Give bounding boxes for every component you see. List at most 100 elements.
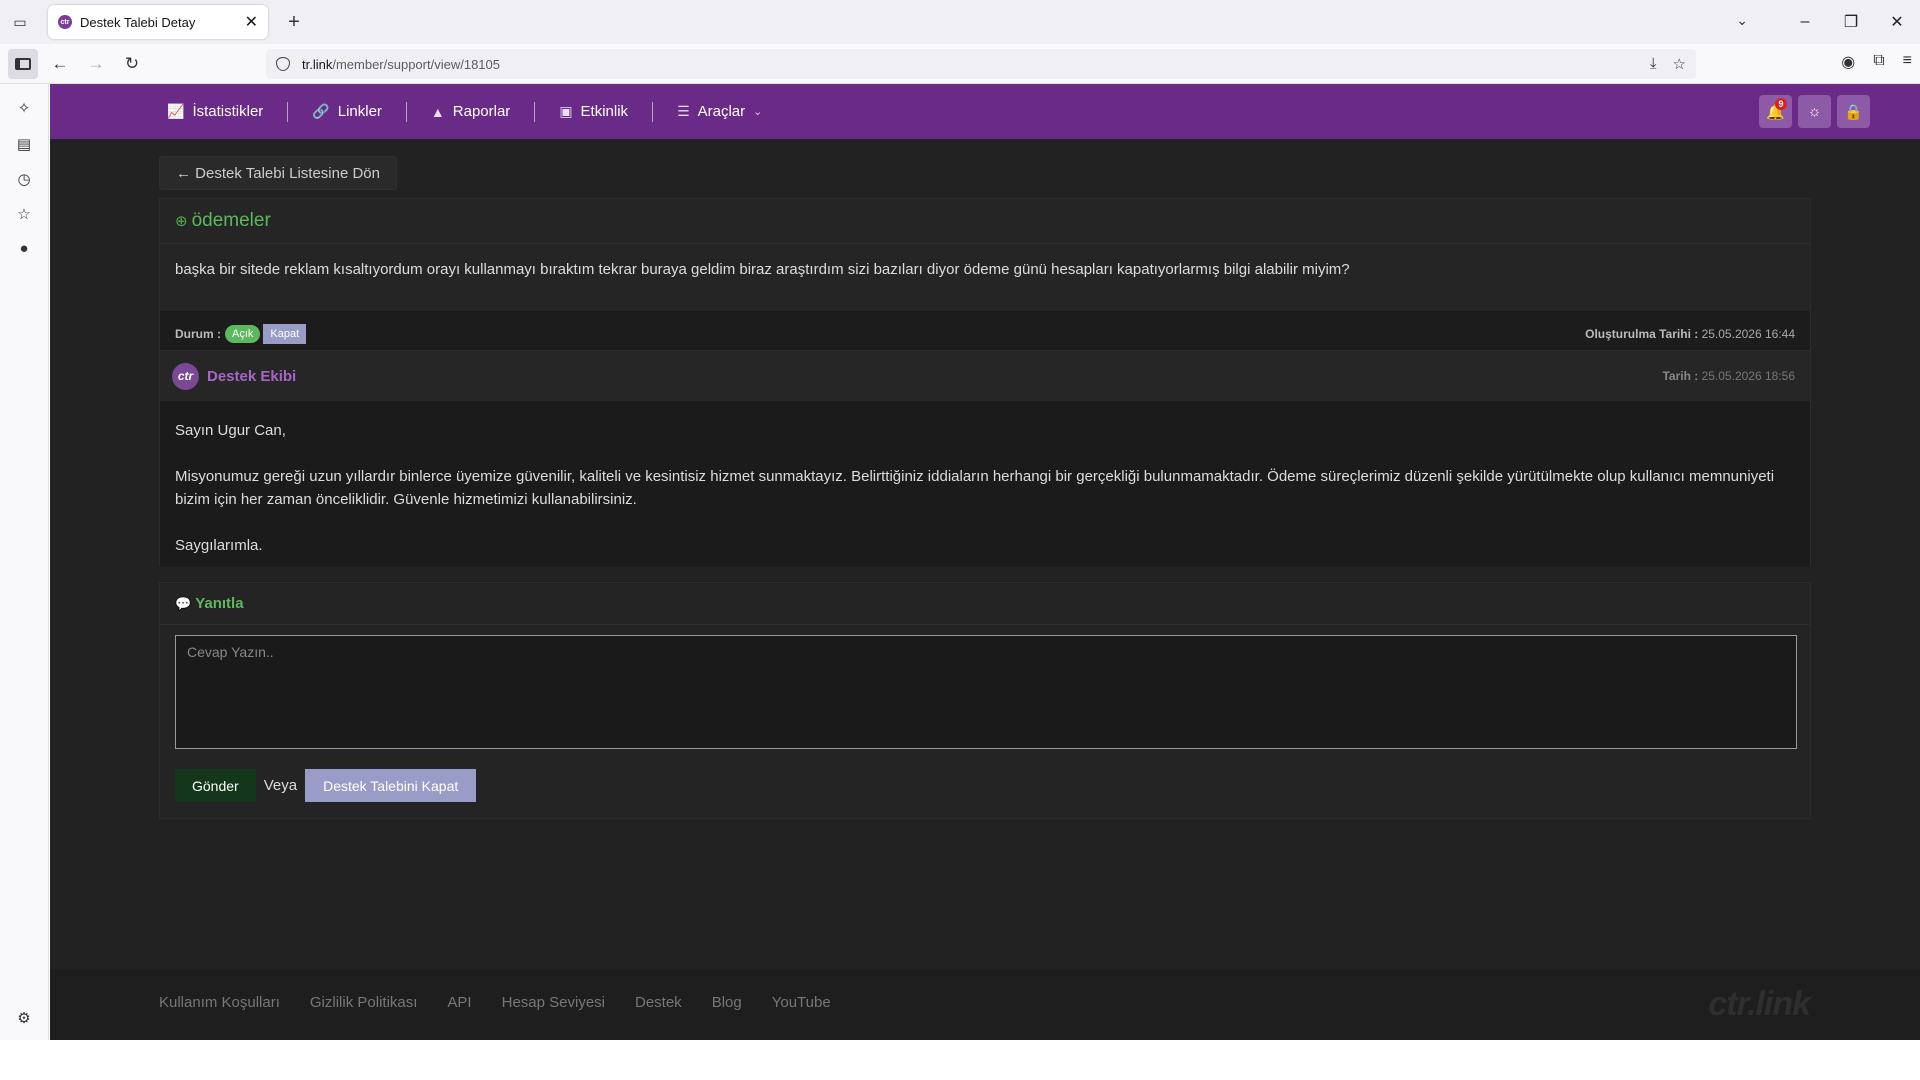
menu-item-label: Linkler: [337, 103, 382, 120]
comment-icon: 💬: [175, 595, 192, 611]
menu-item-label: Araçlar: [697, 103, 746, 120]
theme-toggle-button[interactable]: ☼: [1798, 95, 1831, 128]
footer-links: Kullanım Koşulları Gizlilik Politikası A…: [159, 994, 831, 1011]
footer-link-api[interactable]: API: [447, 994, 471, 1011]
reply-form-header: 💬 Yanıtla: [160, 583, 1810, 625]
ai-chat-icon[interactable]: ✧: [14, 98, 34, 118]
area-chart-icon: ▲: [430, 103, 445, 120]
or-text: Veya: [263, 777, 298, 794]
reply-greeting: Sayın Ugur Can,: [175, 422, 286, 439]
globe-icon: ⊕: [175, 213, 188, 230]
window-controls: – ❐ ✕: [1782, 0, 1920, 44]
link-icon: 🔗: [312, 103, 330, 119]
reply-text: Misyonumuz gereği uzun yıllardır binlerc…: [175, 468, 1775, 508]
footer-link-blog[interactable]: Blog: [712, 994, 742, 1011]
chevron-down-icon: ⌄: [753, 106, 763, 118]
close-ticket-button[interactable]: Destek Talebini Kapat: [305, 769, 477, 802]
tab-list-icon[interactable]: ▭: [0, 0, 40, 44]
account-menu-button[interactable]: 🔒: [1837, 95, 1870, 128]
sidebar-toggle-button[interactable]: [8, 49, 38, 79]
url-text: tr.link/member/support/view/18105: [302, 57, 500, 72]
extensions-icon[interactable]: ⧉: [1873, 52, 1884, 72]
restore-icon[interactable]: ❐: [1828, 12, 1874, 32]
menu-item-label: Raporlar: [452, 103, 511, 120]
minimize-icon[interactable]: –: [1782, 13, 1828, 31]
reply-actions: Gönder Veya Destek Talebini Kapat: [175, 769, 477, 802]
tabs-dropdown-icon[interactable]: ⌄: [1736, 12, 1748, 29]
created-date-value: 25.05.2026 16:44: [1701, 326, 1795, 341]
footer-link-terms[interactable]: Kullanım Koşulları: [159, 994, 280, 1011]
cookie-icon[interactable]: ●: [14, 238, 34, 258]
notification-count-badge: 9: [1775, 98, 1787, 110]
url-bar[interactable]: tr.link/member/support/view/18105 ⤓ ☆: [266, 49, 1696, 79]
footer-link-account-level[interactable]: Hesap Seviyesi: [502, 994, 605, 1011]
tab-title: Destek Talebi Detay: [80, 14, 196, 30]
reply-form-title: Yanıtla: [195, 595, 244, 612]
tab-favicon-icon: ctr: [58, 15, 72, 29]
url-bar-actions: ⤓ ☆: [1650, 55, 1686, 73]
web-page: 📈 İstatistikler 🔗 Linkler ▲ Raporlar ▣ Etkin…: [50, 84, 1920, 1040]
url-host: tr.link: [302, 56, 333, 72]
lock-user-icon: 🔒: [1844, 103, 1863, 121]
ticket-message: başka bir sitede reklam kısaltıyordum or…: [175, 261, 1350, 278]
menu-item-istatistikler[interactable]: 📈 İstatistikler: [167, 103, 287, 120]
reply-textarea[interactable]: [175, 635, 1797, 749]
send-button[interactable]: Gönder: [175, 769, 256, 802]
menu-item-raporlar[interactable]: ▲ Raporlar: [407, 103, 534, 120]
footer-link-youtube[interactable]: YouTube: [772, 994, 831, 1011]
menu-item-label: İstatistikler: [192, 103, 264, 120]
back-icon[interactable]: ←: [42, 48, 78, 80]
reply-closing: Saygılarımla.: [175, 537, 263, 554]
chart-line-icon: 📈: [167, 103, 185, 119]
header-actions: 🔔 9 ☼ 🔒: [1759, 95, 1870, 128]
reply-body: Sayın Ugur Can, Misyonumuz gereği uzun y…: [160, 401, 1810, 567]
window-bottom-area: [0, 1040, 1920, 1080]
notifications-button[interactable]: 🔔 9: [1759, 95, 1792, 128]
status-label: Durum :: [175, 326, 221, 341]
forward-icon[interactable]: →: [78, 48, 114, 80]
sidebar-settings-icon[interactable]: ⚙: [14, 1008, 34, 1028]
menu-item-label: Etkinlik: [580, 103, 629, 120]
created-date-label: Oluşturulma Tarihi :: [1585, 326, 1699, 341]
url-path: /member/support/view/18105: [332, 56, 500, 72]
status-badge-open: Açık: [225, 324, 261, 343]
save-page-icon[interactable]: ⤓: [1650, 55, 1657, 73]
menu-item-araclar[interactable]: ☰ Araçlar ⌄: [653, 103, 786, 120]
close-window-icon[interactable]: ✕: [1874, 12, 1920, 32]
avatar: ctr: [172, 362, 199, 390]
footer-link-support[interactable]: Destek: [635, 994, 682, 1011]
bookmark-star-icon[interactable]: ☆: [1673, 55, 1686, 73]
main-menu: 📈 İstatistikler 🔗 Linkler ▲ Raporlar ▣ Etkin…: [167, 84, 786, 139]
support-reply-card: ctr Destek Ekibi Tarih : 25.05.2026 18:5…: [159, 350, 1811, 567]
footer-link-privacy[interactable]: Gizlilik Politikası: [310, 994, 418, 1011]
site-header: 📈 İstatistikler 🔗 Linkler ▲ Raporlar ▣ Etkin…: [50, 84, 1920, 139]
reply-date-label: Tarih :: [1662, 369, 1699, 383]
new-tab-button[interactable]: +: [280, 9, 308, 35]
ticket-header: ⊕ ödemeler: [160, 199, 1810, 244]
reply-date: Tarih : 25.05.2026 18:56: [1662, 369, 1795, 383]
account-icon[interactable]: ◉: [1841, 52, 1855, 72]
sliders-icon: ☰: [677, 103, 690, 119]
bookmarks-icon[interactable]: ☆: [14, 204, 34, 224]
reload-icon[interactable]: ↻: [114, 48, 150, 80]
ticket-title: ödemeler: [191, 210, 271, 231]
back-to-list-button[interactable]: ← Destek Talebi Listesine Dön: [159, 156, 397, 190]
menu-icon[interactable]: ≡: [1903, 52, 1912, 72]
created-date: Oluşturulma Tarihi : 25.05.2026 16:44: [1585, 327, 1795, 341]
browser-nav-bar: ← → ↻ tr.link/member/support/view/18105 …: [0, 44, 1920, 84]
menu-item-etkinlik[interactable]: ▣ Etkinlik: [535, 103, 652, 120]
browser-tab-bar: ▭ ctr Destek Talebi Detay ✕ + ⌄ – ❐ ✕: [0, 0, 1920, 44]
reply-date-value: 25.05.2026 18:56: [1701, 369, 1795, 383]
gift-icon: ▣: [559, 103, 573, 119]
browser-sidebar: ✧ ▤ ◷ ☆ ● ⚙: [0, 84, 49, 1040]
reply-form: 💬 Yanıtla Gönder Veya Destek Talebini Ka…: [159, 582, 1811, 819]
menu-item-linkler[interactable]: 🔗 Linkler: [288, 103, 406, 120]
synced-tabs-icon[interactable]: ▤: [14, 134, 34, 154]
browser-tab[interactable]: ctr Destek Talebi Detay ✕: [48, 5, 268, 39]
history-icon[interactable]: ◷: [14, 169, 34, 189]
site-footer: Kullanım Koşulları Gizlilik Politikası A…: [50, 969, 1920, 1040]
tab-close-icon[interactable]: ✕: [245, 12, 258, 32]
reply-header: ctr Destek Ekibi Tarih : 25.05.2026 18:5…: [160, 351, 1810, 401]
site-security-icon[interactable]: [276, 57, 290, 71]
close-ticket-badge-button[interactable]: Kapat: [263, 323, 307, 344]
